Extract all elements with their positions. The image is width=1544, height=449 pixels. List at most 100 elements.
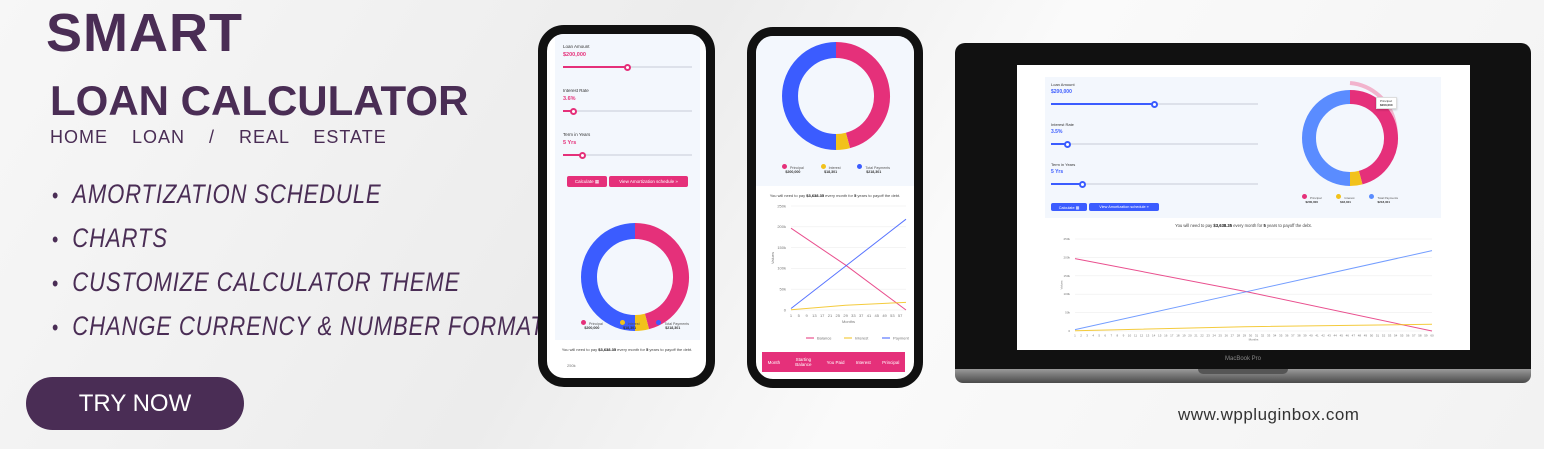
legend-value: $200,000	[785, 170, 801, 174]
legend-label-interest: Interest	[855, 335, 869, 340]
x-tick-label: 52	[1382, 333, 1386, 337]
x-tick-label: 9	[1123, 333, 1125, 337]
donut-tooltip: Principal: $200,000	[1376, 97, 1397, 109]
series-line-balance	[790, 227, 907, 311]
y-tick-label: 250k	[777, 203, 786, 208]
x-tick-label: 21	[828, 313, 833, 318]
x-tick-label: 33	[1267, 333, 1271, 337]
donut-slice-principal	[1349, 90, 1398, 185]
line-chart: 050k100k150k200k250k1 2 3 4 5 6 7 8 9 10 11 12 13 14 1…	[1059, 237, 1434, 342]
legend-value: $200,000	[1305, 200, 1319, 204]
legend-dot	[1336, 194, 1342, 199]
x-tick-label: 21	[1194, 333, 1198, 337]
summary-amount: $3,638.35	[806, 193, 825, 198]
legend-value: $218,301	[866, 170, 882, 174]
y-tick-label: 150k	[1063, 274, 1070, 278]
x-tick-label: 47	[1352, 333, 1356, 337]
x-tick-label: 9	[805, 313, 808, 318]
try-now-button[interactable]: TRY NOW	[26, 377, 244, 430]
x-tick-label: 53	[1388, 333, 1392, 337]
line-chart: 050k100k150k200k250k1 5 9 13 17 21 25 29 33 37 41 4…	[770, 203, 909, 340]
x-tick-label: 37	[859, 313, 864, 318]
x-tick-label: 50	[1370, 333, 1374, 337]
x-tick-label: 3	[1086, 333, 1088, 337]
x-tick-label: 48	[1358, 333, 1362, 337]
summary-post: years to payoff the debt.	[648, 347, 693, 352]
y-axis-label: Values	[1059, 280, 1063, 289]
x-tick-label: 55	[1400, 333, 1404, 337]
screen-graphics: 050k100k150k200k250k1 5 9 13 17 21 25 29 33 37 41 4…	[770, 42, 910, 340]
x-tick-label: 17	[820, 313, 825, 318]
x-tick-label: 39	[1303, 333, 1307, 337]
legend-item-0: Principal $200,000	[1302, 194, 1322, 204]
x-tick-label: 49	[1364, 333, 1368, 337]
x-tick-label: 16	[1164, 333, 1168, 337]
x-tick-label: 24	[1212, 333, 1216, 337]
table-header-cell: Starting Balance	[795, 357, 812, 367]
legend-item-2: Total Payments $218,301	[656, 320, 689, 330]
summary-post: years to payoff the debt.	[1265, 223, 1312, 228]
x-tick-label: 26	[1225, 333, 1229, 337]
payment-summary: You will need to pay $3,638.35 every mon…	[1017, 223, 1470, 228]
summary-mid: every month for	[616, 347, 647, 352]
x-tick-label: 6	[1104, 333, 1106, 337]
x-tick-label: 32	[1261, 333, 1265, 337]
y-tick-label: 200k	[1063, 255, 1070, 259]
legend-item-1: Interest $18,301	[820, 164, 841, 174]
x-tick-label: 25	[1219, 333, 1223, 337]
summary-pre: You will need to pay	[769, 193, 807, 198]
phone-mockup-2: 0 50k 100k 150k 200k 250k 1 5 9 13 17 21 25 29 33 37 41 4…	[747, 27, 923, 388]
feature-item: CUSTOMIZE CALCULATOR THEME	[52, 266, 545, 310]
donut-slice-principal	[835, 42, 890, 149]
x-tick-label: 36	[1285, 333, 1289, 337]
x-tick-label: 60	[1430, 333, 1434, 337]
feature-item: CHARTS	[52, 222, 545, 266]
donut-slice-interest	[1349, 170, 1363, 186]
legend-item-2: Total Payments $218,301	[1369, 194, 1398, 204]
x-tick-label: 17	[1170, 333, 1174, 337]
payment-summary: You will need to pay $3,638.35 every mon…	[756, 193, 914, 198]
x-tick-label: 4	[1092, 333, 1094, 337]
feature-item: CHANGE CURRENCY & NUMBER FORMAT	[52, 310, 545, 354]
donut-chart	[782, 42, 890, 150]
legend-value: $18,301	[1340, 200, 1351, 204]
legend-label-balance: Balance	[817, 335, 832, 340]
laptop-screen: Loan Amount $200,000 Interest Rate 3.5% Term…	[1017, 65, 1470, 350]
x-tick-label: 7	[1110, 333, 1112, 337]
x-tick-label: 37	[1291, 333, 1295, 337]
summary-pre: You will need to pay	[561, 347, 599, 352]
headline-smart: SMART	[46, 3, 243, 63]
table-header-cell: You Paid	[826, 359, 845, 365]
legend-value: $218,301	[665, 326, 681, 330]
series-line-interest	[790, 301, 907, 311]
y-tick-label: 100k	[1063, 292, 1070, 296]
legend-dot	[857, 164, 863, 169]
y-axis-label: Values	[770, 252, 775, 264]
table-header-cell: Principal	[882, 359, 900, 365]
table-header-cell: Interest	[855, 359, 871, 365]
x-tick-label: 59	[1424, 333, 1428, 337]
y-tick-label: 50k	[1065, 311, 1070, 315]
x-tick-label: 20	[1188, 333, 1192, 337]
x-tick-label: 54	[1394, 333, 1398, 337]
y-tick-250k: 250k	[567, 363, 576, 368]
website-link[interactable]: www.wppluginbox.com	[1178, 405, 1359, 425]
donut-slice-principal	[634, 223, 689, 330]
donut-legend: Principal $200,000 Interest $18,301 Total Pa…	[581, 320, 689, 330]
donut-legend: Principal $200,000 Interest $18,301 Total Pa…	[1302, 194, 1398, 204]
legend-dot	[619, 320, 625, 325]
x-tick-label: 2	[1080, 333, 1082, 337]
laptop-mockup: Loan Amount $200,000 Interest Rate 3.5% Term…	[955, 43, 1531, 386]
table-header-cell: Month	[767, 359, 781, 365]
legend-item-0: Principal $200,000	[782, 164, 804, 174]
screen-graphics: 050k100k150k200k250k1 2 3 4 5 6 7 8 9 10 11 12 13 14 1…	[1059, 81, 1434, 342]
y-tick-label: 50k	[780, 287, 786, 292]
y-tick-label: 100k	[777, 266, 786, 271]
x-tick-label: 1	[790, 313, 793, 318]
x-tick-label: 14	[1152, 333, 1156, 337]
legend-dot	[820, 164, 826, 169]
legend-dot	[581, 320, 586, 325]
x-axis-label: Months	[842, 319, 855, 324]
phone-mockup-1: Loan Amount $200,000 Interest Rate 3.6% Term…	[538, 25, 715, 387]
x-tick-label: 58	[1418, 333, 1422, 337]
